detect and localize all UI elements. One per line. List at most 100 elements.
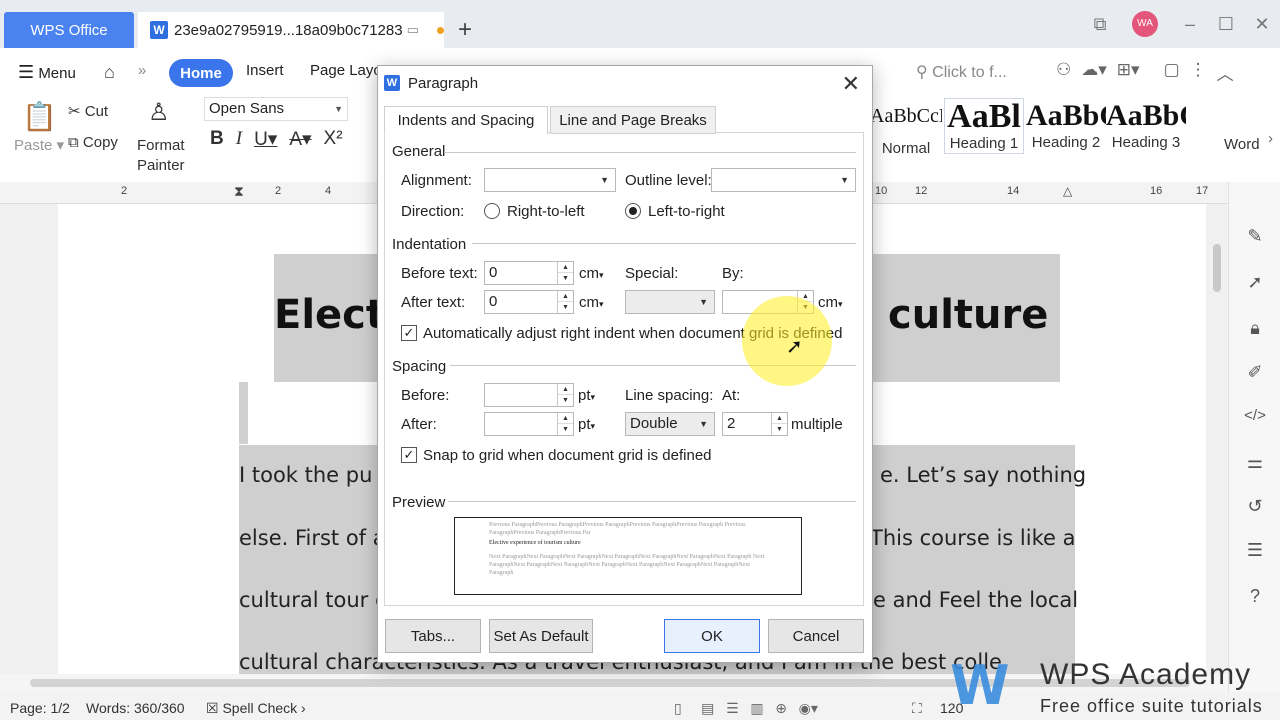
spinner-buttons[interactable]: ▲▼ [557, 413, 573, 435]
menu-button[interactable]: ☰ Menu [18, 62, 76, 83]
body-line-2-left[interactable]: else. First of a [239, 526, 386, 550]
spin-up-icon[interactable]: ▲ [558, 384, 573, 395]
spell-check-button[interactable]: ☒ Spell Check › [206, 700, 306, 717]
body-line-3-right[interactable]: e and Feel the local [873, 588, 1078, 612]
ltr-label[interactable]: Left-to-right [648, 203, 725, 220]
spacing-after-input[interactable]: ▲ ▼ [484, 412, 574, 436]
spin-up-icon[interactable]: ▲ [558, 262, 573, 273]
cloud-icon[interactable]: ☁▾ [1081, 60, 1107, 85]
cancel-button[interactable]: Cancel [768, 619, 864, 653]
before-text-input[interactable]: 0 ▲ ▼ [484, 261, 574, 285]
right-indent-marker-icon[interactable]: △ [1063, 184, 1072, 198]
spin-down-icon[interactable]: ▼ [558, 302, 573, 313]
italic-icon[interactable]: I [236, 128, 242, 151]
web-view-icon[interactable]: ⊕ [775, 700, 787, 716]
document-heading-right[interactable]: culture [888, 292, 1048, 338]
sliders-icon[interactable]: ⚌ [1243, 450, 1267, 474]
word-count[interactable]: Words: 360/360 [86, 700, 185, 716]
wps-office-tab[interactable]: WPS Office [4, 12, 134, 48]
minimize-icon[interactable]: – [1172, 14, 1208, 35]
body-line-3-left[interactable]: cultural tour g [239, 588, 388, 612]
snap-to-grid-checkbox[interactable]: ✓ [401, 447, 417, 463]
line-spacing-select[interactable]: Double ▼ [625, 412, 715, 436]
more-chevron-icon[interactable]: » [138, 62, 146, 79]
superscript-icon[interactable]: X² [324, 128, 343, 151]
search-box[interactable]: ⚲ Click to f... [916, 62, 1007, 82]
pointer-icon[interactable]: ➚ [1243, 270, 1267, 294]
style-normal[interactable]: AaBbCcDd Normal [870, 98, 942, 157]
outline-view-icon[interactable]: ☰ [726, 700, 739, 716]
tabs-button[interactable]: Tabs... [385, 619, 481, 653]
pen-icon[interactable]: ✎ [1243, 224, 1267, 248]
layout-icon[interactable]: ⧉ [1082, 14, 1118, 35]
after-text-unit[interactable]: cm▾ [579, 294, 604, 311]
special-select[interactable]: ▼ [625, 290, 715, 314]
spin-down-icon[interactable]: ▼ [772, 424, 787, 435]
font-name-select[interactable]: Open Sans ▼ [204, 97, 348, 121]
style-heading-2[interactable]: AaBbC Heading 2 [1026, 98, 1106, 154]
vertical-scrollbar[interactable] [1210, 204, 1224, 674]
set-as-default-button[interactable]: Set As Default [489, 619, 593, 653]
indent-marker-icon[interactable]: ⧗ [234, 183, 244, 200]
help-icon[interactable]: ? [1243, 584, 1267, 608]
style-heading-3[interactable]: AaBbC Heading 3 [1106, 98, 1186, 154]
alignment-select[interactable]: ▼ [484, 168, 616, 192]
copy-button[interactable]: ⧉ Copy [68, 134, 118, 151]
format-painter-icon[interactable]: ♙ [148, 98, 170, 127]
underline-icon[interactable]: U▾ [254, 128, 277, 151]
dialog-titlebar[interactable]: W Paragraph [378, 66, 872, 100]
strikethrough-icon[interactable]: A▾ [289, 128, 311, 151]
code-icon[interactable]: </> [1243, 404, 1267, 428]
spin-down-icon[interactable]: ▼ [558, 424, 573, 435]
paste-icon[interactable]: 📋 [22, 100, 57, 133]
spin-up-icon[interactable]: ▲ [558, 291, 573, 302]
share-user-icon[interactable]: ⚇ [1056, 60, 1071, 85]
bold-icon[interactable]: B [210, 128, 224, 151]
body-line-2-right[interactable]: This course is like a [870, 526, 1075, 550]
spacing-before-unit[interactable]: pt▾ [578, 387, 595, 404]
spin-up-icon[interactable]: ▲ [772, 413, 787, 424]
read-mode-icon[interactable]: ▯ [674, 700, 682, 716]
before-text-unit[interactable]: cm▾ [579, 265, 604, 282]
lock-icon[interactable]: 🔒︎ [1243, 316, 1267, 340]
avatar[interactable]: WA [1132, 11, 1158, 37]
spinner-buttons[interactable]: ▲▼ [557, 291, 573, 313]
body-line-1-right[interactable]: e. Let’s say nothing [880, 463, 1086, 487]
open-folder-icon[interactable]: ⌂ [104, 62, 115, 83]
page-count[interactable]: Page: 1/2 [10, 700, 70, 716]
new-tab-button[interactable]: + [458, 16, 472, 44]
ribbon-next-icon[interactable]: › [1268, 130, 1273, 147]
book-view-icon[interactable]: ▥ [750, 700, 763, 716]
document-tab[interactable]: W 23e9a02795919...18a09b0c71283 ▭ [138, 12, 444, 48]
spacing-after-unit[interactable]: pt▾ [578, 416, 595, 433]
spin-up-icon[interactable]: ▲ [558, 413, 573, 424]
style-heading-1[interactable]: AaBl Heading 1 [944, 98, 1024, 154]
fit-page-icon[interactable]: ⛶ [912, 700, 922, 717]
tab-insert[interactable]: Insert [246, 62, 284, 79]
spacing-before-input[interactable]: ▲ ▼ [484, 383, 574, 407]
dialog-close-icon[interactable]: ✕ [842, 71, 860, 97]
comment-icon[interactable]: ▢ [1164, 60, 1180, 85]
rtl-radio[interactable] [484, 203, 500, 219]
page-view-icon[interactable]: ▤ [701, 700, 714, 716]
ok-button[interactable]: OK [664, 619, 760, 653]
tools-icon[interactable]: ⊞▾ [1117, 60, 1140, 85]
body-line-1-left[interactable]: I took the pu [239, 463, 372, 487]
by-unit[interactable]: cm▾ [818, 294, 843, 311]
spinner-buttons[interactable]: ▲▼ [557, 384, 573, 406]
tab-line-page-breaks[interactable]: Line and Page Breaks [550, 106, 716, 134]
spin-down-icon[interactable]: ▼ [558, 395, 573, 406]
maximize-icon[interactable]: ☐ [1208, 14, 1244, 35]
spinner-buttons[interactable]: ▲▼ [557, 262, 573, 284]
at-input[interactable]: 2 ▲ ▼ [722, 412, 788, 436]
tab-indents-spacing[interactable]: Indents and Spacing [384, 106, 548, 135]
snap-to-grid-label[interactable]: Snap to grid when document grid is defin… [423, 447, 712, 464]
spinner-buttons[interactable]: ▲▼ [771, 413, 787, 435]
rtl-label[interactable]: Right-to-left [507, 203, 585, 220]
after-text-input[interactable]: 0 ▲ ▼ [484, 290, 574, 314]
ltr-radio[interactable] [625, 203, 641, 219]
paste-button[interactable]: Paste ▾ [14, 136, 64, 154]
tab-home[interactable]: Home [169, 59, 233, 87]
format-painter-button[interactable]: Format Painter [137, 136, 185, 176]
auto-adjust-checkbox[interactable]: ✓ [401, 325, 417, 341]
